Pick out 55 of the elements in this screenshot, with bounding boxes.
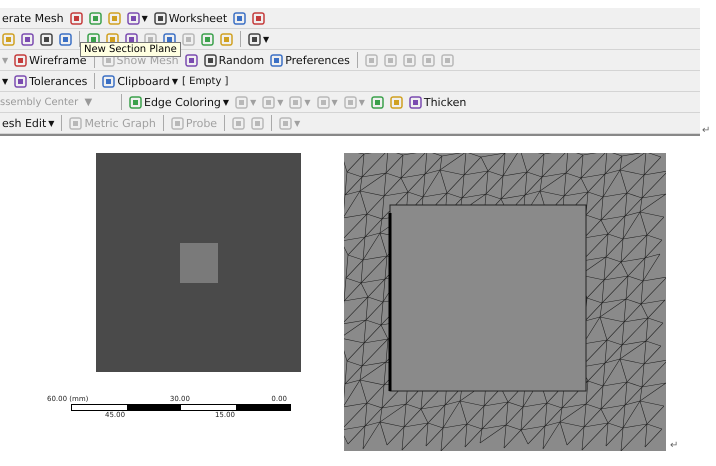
paragraph-mark: ↵ <box>702 126 710 136</box>
toolbar-button[interactable]: Thicken <box>406 93 468 111</box>
tool-icon <box>440 54 454 66</box>
toolbar-button[interactable]: Random <box>202 51 266 69</box>
toolbar-button[interactable]: Preferences <box>268 51 352 69</box>
tool-icon <box>316 96 330 108</box>
tool-icon <box>232 116 246 130</box>
toolbar-button[interactable]: ▼ <box>246 30 272 48</box>
tool-icon <box>279 116 292 130</box>
toolbar-button[interactable]: erate Mesh <box>0 9 66 27</box>
tool-icon <box>220 32 233 46</box>
tool-icon <box>182 32 195 46</box>
tool-icon <box>154 12 167 24</box>
tool-icon <box>390 96 403 108</box>
tool-icon <box>235 96 248 108</box>
toolbar-button[interactable]: ▼ <box>124 9 150 27</box>
tool-icon <box>408 96 422 108</box>
tool-icon <box>252 12 266 24</box>
tool-icon <box>21 32 34 46</box>
tool-icon <box>88 12 102 24</box>
toolbar-button[interactable]: Tolerances <box>12 72 90 90</box>
tool-icon <box>126 12 140 24</box>
dropdown-button[interactable]: ▼ <box>0 72 10 90</box>
tool-icon <box>233 12 246 24</box>
tool-icon <box>364 54 378 66</box>
tool-icon <box>170 116 184 130</box>
tool-icon <box>69 116 82 130</box>
toolbar-button[interactable]: Clipboard ▼ <box>100 72 180 90</box>
tooltip: New Section Plane <box>80 42 181 57</box>
tool-icon <box>40 32 53 46</box>
tool-icon <box>344 96 357 108</box>
tool-icon <box>108 12 121 24</box>
tool-icon <box>129 96 142 108</box>
mesh-inset <box>180 242 218 282</box>
tool-icon <box>184 54 198 66</box>
tool-icon <box>262 96 276 108</box>
tool-icon <box>248 32 261 46</box>
paragraph-mark: ↵ <box>670 441 678 451</box>
tool-icon <box>2 32 15 46</box>
tool-icon <box>251 116 264 130</box>
tool-icon <box>370 96 384 108</box>
tool-icon <box>14 74 28 88</box>
tool-icon <box>70 12 83 24</box>
tool-icon <box>384 54 397 66</box>
tool-icon <box>201 32 214 46</box>
tool-icon <box>289 96 302 108</box>
tool-icon <box>270 54 284 66</box>
tool-icon <box>204 54 217 66</box>
tool-icon <box>59 32 72 46</box>
tool-icon <box>422 54 435 66</box>
clipboard-status: [ Empty ] <box>182 76 228 86</box>
tool-icon <box>402 54 416 66</box>
tool-icon <box>14 54 28 66</box>
toolbar-button[interactable]: Worksheet <box>152 9 230 27</box>
tool-icon <box>102 74 116 88</box>
